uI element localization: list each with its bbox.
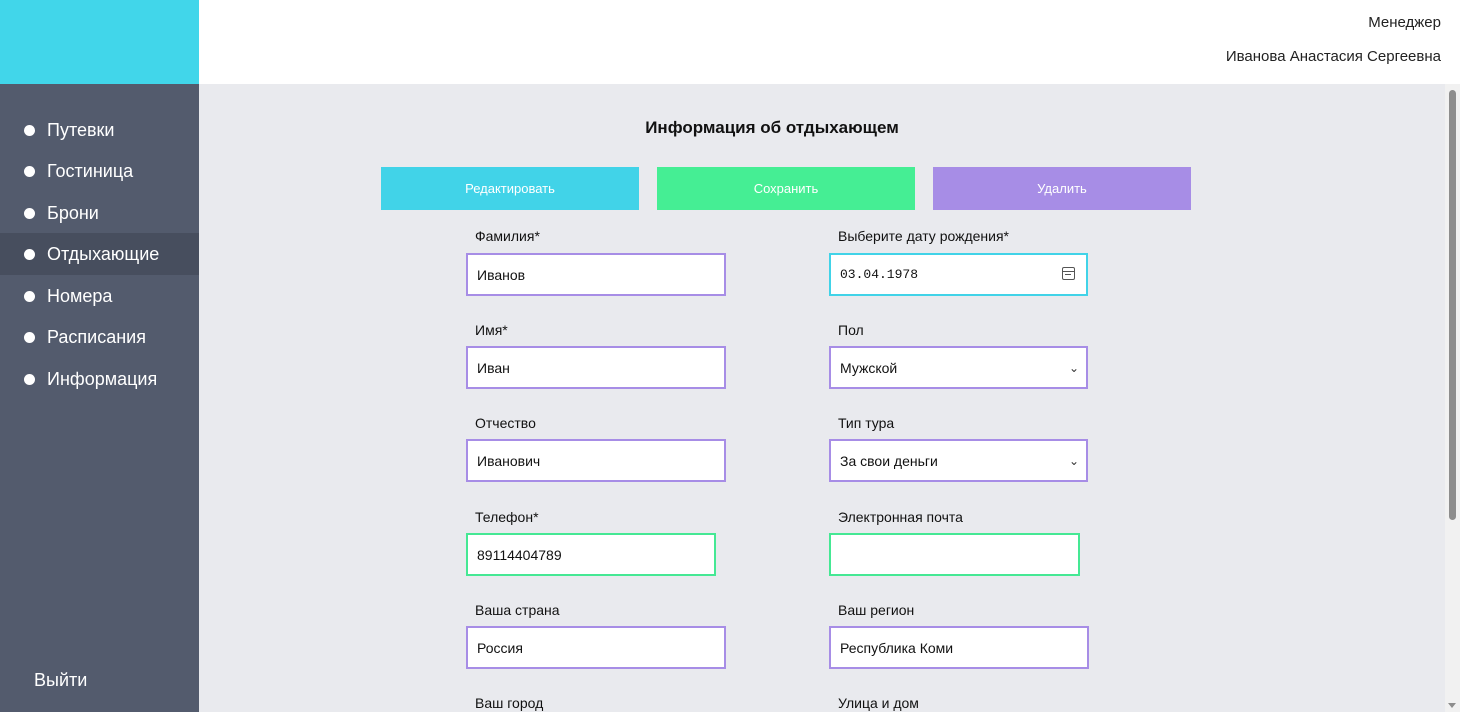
sidebar-item-tours[interactable]: Путевки bbox=[0, 109, 199, 151]
city-label: Ваш город bbox=[475, 695, 544, 711]
logout-link[interactable]: Выйти bbox=[34, 670, 87, 691]
scroll-down-arrow-icon[interactable] bbox=[1448, 703, 1456, 708]
phone-value: 89114404789 bbox=[477, 546, 562, 563]
sidebar-item-guests[interactable]: Отдыхающие bbox=[0, 233, 199, 275]
top-bar: Менеджер Иванова Анастасия Сергеевна bbox=[199, 0, 1460, 84]
country-field[interactable]: Россия bbox=[466, 626, 726, 669]
calendar-icon[interactable] bbox=[1062, 267, 1075, 280]
country-value: Россия bbox=[477, 639, 523, 656]
chevron-down-icon: ⌄ bbox=[1068, 360, 1079, 375]
tour-type-value: За свои деньги bbox=[840, 452, 938, 469]
sidebar: Путевки Гостиница Брони Отдыхающие Номер… bbox=[0, 84, 199, 712]
patronymic-field[interactable]: Иванович bbox=[466, 439, 726, 482]
region-value: Республика Коми bbox=[840, 639, 954, 656]
birth-date-field[interactable]: 03.04.1978 bbox=[829, 253, 1088, 296]
delete-button[interactable]: Удалить bbox=[933, 167, 1191, 210]
street-label: Улица и дом bbox=[838, 695, 919, 711]
user-role: Менеджер bbox=[1368, 14, 1441, 31]
sidebar-item-schedules[interactable]: Расписания bbox=[0, 316, 199, 358]
first-name-label: Имя* bbox=[475, 322, 508, 338]
phone-label: Телефон* bbox=[475, 509, 539, 525]
sidebar-item-label: Отдыхающие bbox=[47, 243, 160, 264]
last-name-value: Иванов bbox=[477, 266, 526, 283]
sidebar-item-label: Путевки bbox=[47, 119, 115, 140]
page-title: Информация об отдыхающем bbox=[645, 118, 899, 137]
bullet-icon bbox=[24, 165, 35, 177]
sidebar-item-label: Номера bbox=[47, 285, 113, 306]
first-name-value: Иван bbox=[477, 359, 510, 376]
sidebar-item-info[interactable]: Информация bbox=[0, 358, 199, 400]
birth-date-label: Выберите дату рождения* bbox=[838, 228, 1010, 244]
sidebar-item-label: Брони bbox=[47, 202, 99, 223]
user-name: Иванова Анастасия Сергеевна bbox=[1225, 48, 1441, 65]
tour-type-label: Тип тура bbox=[838, 415, 895, 431]
sidebar-item-label: Информация bbox=[47, 368, 158, 389]
main-content: Информация об отдыхающем Редактировать С… bbox=[199, 84, 1445, 712]
gender-select[interactable]: Мужской ⌄ bbox=[829, 346, 1088, 389]
email-field[interactable] bbox=[829, 533, 1080, 576]
first-name-field[interactable]: Иван bbox=[466, 346, 726, 389]
sidebar-item-rooms[interactable]: Номера bbox=[0, 275, 199, 317]
chevron-down-icon: ⌄ bbox=[1068, 453, 1079, 468]
bullet-icon bbox=[24, 373, 35, 385]
gender-value: Мужской bbox=[840, 359, 898, 376]
region-field[interactable]: Республика Коми bbox=[829, 626, 1089, 669]
sidebar-item-bookings[interactable]: Брони bbox=[0, 192, 199, 234]
bullet-icon bbox=[24, 124, 35, 136]
tour-type-select[interactable]: За свои деньги ⌄ bbox=[829, 439, 1088, 482]
birth-date-value: 03.04.1978 bbox=[840, 267, 919, 282]
save-button[interactable]: Сохранить bbox=[657, 167, 915, 210]
last-name-label: Фамилия* bbox=[475, 228, 540, 244]
phone-field[interactable]: 89114404789 bbox=[466, 533, 716, 576]
logo-area bbox=[0, 0, 199, 84]
edit-button[interactable]: Редактировать bbox=[381, 167, 639, 210]
sidebar-item-label: Расписания bbox=[47, 326, 146, 347]
region-label: Ваш регион bbox=[838, 602, 915, 618]
bullet-icon bbox=[24, 248, 35, 260]
last-name-field[interactable]: Иванов bbox=[466, 253, 726, 296]
bullet-icon bbox=[24, 207, 35, 219]
email-label: Электронная почта bbox=[838, 509, 963, 525]
vertical-scrollbar[interactable] bbox=[1445, 84, 1460, 712]
sidebar-item-hotel[interactable]: Гостиница bbox=[0, 150, 199, 192]
country-label: Ваша страна bbox=[475, 602, 560, 618]
gender-label: Пол bbox=[838, 322, 864, 338]
scrollbar-thumb[interactable] bbox=[1449, 90, 1456, 520]
patronymic-label: Отчество bbox=[475, 415, 536, 431]
bullet-icon bbox=[24, 290, 35, 302]
patronymic-value: Иванович bbox=[477, 452, 541, 469]
bullet-icon bbox=[24, 331, 35, 343]
sidebar-item-label: Гостиница bbox=[47, 160, 134, 181]
